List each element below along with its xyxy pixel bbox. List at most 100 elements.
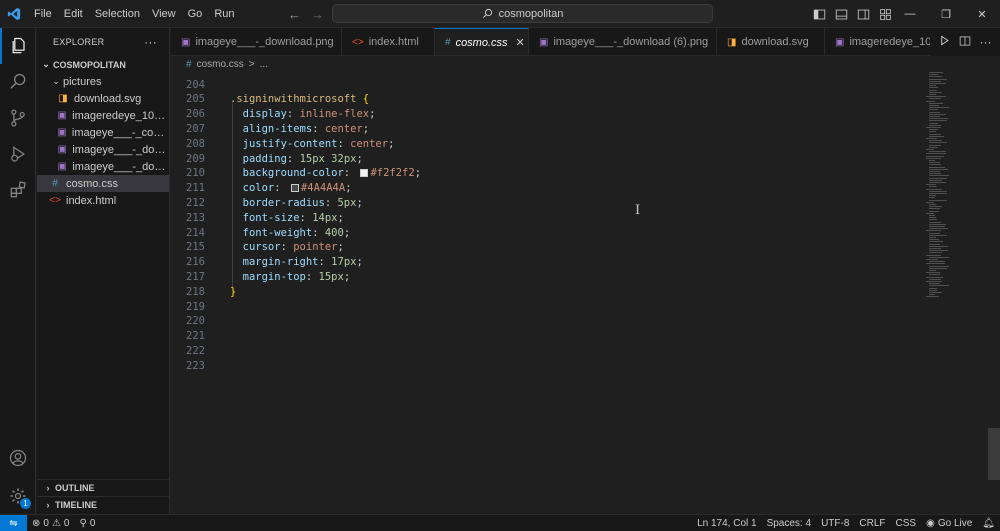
toggle-panel-icon[interactable] <box>834 7 848 21</box>
workspace-folder-row[interactable]: ⌄ COSMOPOLITAN <box>37 56 169 73</box>
minimap-line <box>929 105 939 106</box>
code-line[interactable]: 214 font-weight: 400; <box>171 225 350 240</box>
file-row-imageye-download-1[interactable]: ▣ imageye___-_downl... <box>37 141 169 158</box>
code-line[interactable]: 219 <box>171 299 205 314</box>
color-swatch[interactable] <box>360 169 369 178</box>
tab-cosmo-css[interactable]: # cosmo.css ✕ <box>435 28 529 55</box>
problems-indicator[interactable]: ⊗ 0 ⚠ 0 <box>27 518 74 529</box>
forward-arrow-icon[interactable]: → <box>311 7 324 22</box>
code-token: : <box>286 108 300 121</box>
code-line[interactable]: 205 .signinwithmicrosoft { <box>171 92 369 107</box>
code-line[interactable]: 213 font-size: 14px; <box>171 210 344 225</box>
file-row-imageredeye[interactable]: ▣ imageredeye_10449... <box>37 107 169 124</box>
tab-imageye-download-png[interactable]: ▣ imageye___-_download.png <box>171 28 342 55</box>
cursor-position[interactable]: Ln 174, Col 1 <box>692 518 762 529</box>
folder-pictures-row[interactable]: ⌄ pictures <box>37 73 169 90</box>
file-row-cosmo-css[interactable]: # cosmo.css <box>37 175 169 192</box>
code-line[interactable]: 220 <box>171 314 205 329</box>
back-arrow-icon[interactable]: ← <box>288 7 301 22</box>
run-debug-icon[interactable] <box>0 136 36 172</box>
split-editor-icon[interactable] <box>959 35 971 50</box>
file-row-download-svg[interactable]: ◨ download.svg <box>37 90 169 107</box>
tab-imageredeye[interactable]: ▣ imageredeye_1044 <box>825 28 944 55</box>
file-row-index-html[interactable]: <> index.html <box>37 192 169 209</box>
minimap-line <box>929 245 948 247</box>
code-line[interactable]: 215 cursor: pointer; <box>171 240 344 255</box>
code-line[interactable]: 217 margin-top: 15px; <box>171 269 350 284</box>
command-center-search[interactable]: cosmopolitan <box>332 4 713 23</box>
menu-run[interactable]: Run <box>208 0 240 28</box>
line-code: } <box>230 286 236 298</box>
go-live-button[interactable]: ◉ Go Live <box>921 518 977 529</box>
minimap-line <box>929 80 941 82</box>
source-control-icon[interactable] <box>0 100 36 136</box>
menu-go[interactable]: Go <box>182 0 209 28</box>
manage-settings-icon[interactable]: 1 <box>0 478 36 514</box>
css-file-icon: # <box>186 58 192 70</box>
code-line[interactable]: 212 border-radius: 5px; <box>171 195 363 210</box>
file-name: imageye___-_downl... <box>72 160 169 173</box>
menu-file[interactable]: File <box>28 0 58 28</box>
color-swatch[interactable] <box>290 184 299 193</box>
explorer-icon[interactable] <box>0 28 36 64</box>
timeline-section[interactable]: › TIMELINE <box>37 496 170 513</box>
css-file-icon: # <box>52 178 58 189</box>
extensions-icon[interactable] <box>0 172 36 208</box>
code-token: color <box>230 182 275 195</box>
code-line[interactable]: 210 background-color: #f2f2f2; <box>171 166 421 181</box>
restore-icon[interactable]: ❐ <box>928 0 964 28</box>
breadcrumb-symbol[interactable]: ... <box>260 59 268 70</box>
outline-section[interactable]: › OUTLINE <box>37 479 170 496</box>
toggle-secondary-sidebar-icon[interactable] <box>856 7 870 21</box>
tab-index-html[interactable]: <> index.html <box>342 28 435 55</box>
menu-edit[interactable]: Edit <box>58 0 89 28</box>
code-editor[interactable]: 204 205 .signinwithmicrosoft {206 display:… <box>171 72 1000 514</box>
code-line[interactable]: 223 <box>171 358 205 373</box>
breadcrumb-file[interactable]: cosmo.css <box>197 59 244 70</box>
accounts-icon[interactable] <box>0 440 36 476</box>
end-of-line[interactable]: CRLF <box>854 518 890 529</box>
run-file-icon[interactable] <box>939 35 950 49</box>
menu-selection[interactable]: Selection <box>89 0 146 28</box>
encoding[interactable]: UTF-8 <box>816 518 854 529</box>
menu-view[interactable]: View <box>146 0 182 28</box>
language-mode[interactable]: CSS <box>891 518 922 529</box>
minimap-line <box>929 102 943 104</box>
code-line[interactable]: 211 color: #4A4A4A; <box>171 181 351 196</box>
remote-indicator-icon[interactable]: ⇋ <box>0 514 27 531</box>
code-line[interactable]: 216 margin-right: 17px; <box>171 255 363 270</box>
vertical-scrollbar[interactable] <box>988 72 1000 514</box>
ports-indicator[interactable]: ⚲ 0 <box>74 518 100 529</box>
code-line[interactable]: 207 align-items: center; <box>171 121 369 136</box>
code-token: : <box>274 182 287 195</box>
code-token: 15px 32px <box>299 152 357 165</box>
search-view-icon[interactable] <box>0 64 36 100</box>
minimap-line <box>929 287 938 289</box>
tab-label: imageye___-_download (6).png <box>553 36 709 48</box>
file-row-imageye-download-2[interactable]: ▣ imageye___-_downl... <box>37 158 169 175</box>
tab-download-svg[interactable]: ◨ download.svg <box>717 28 825 55</box>
indentation[interactable]: Spaces: 4 <box>762 518 816 529</box>
code-line[interactable]: 222 <box>171 343 205 358</box>
code-line[interactable]: 204 <box>171 77 205 92</box>
code-line[interactable]: 208 justify-content: center; <box>171 136 394 151</box>
editor-actions: ··· <box>930 28 1000 56</box>
customize-layout-icon[interactable] <box>878 7 892 21</box>
scrollbar-thumb[interactable] <box>988 428 1000 480</box>
close-tab-icon[interactable]: ✕ <box>516 36 525 49</box>
close-window-icon[interactable]: ✕ <box>964 0 1000 28</box>
file-row-imageye-cos-ap[interactable]: ▣ imageye___-_cos-ap... <box>37 124 169 141</box>
explorer-more-actions-icon[interactable]: ··· <box>144 35 157 49</box>
code-line[interactable]: 209 padding: 15px 32px; <box>171 151 363 166</box>
minimap[interactable] <box>926 72 986 302</box>
more-actions-icon[interactable]: ··· <box>980 35 992 49</box>
code-line[interactable]: 206 display: inline-flex; <box>171 107 375 122</box>
code-line[interactable]: 218} <box>171 284 236 299</box>
toggle-primary-sidebar-icon[interactable] <box>812 7 826 21</box>
minimize-icon[interactable]: — <box>892 0 928 28</box>
minimap-line <box>929 190 948 192</box>
minimap-line <box>926 149 934 150</box>
notifications-bell-icon[interactable]: 🔔︎ <box>977 518 1000 529</box>
tab-imageye-download-6-png[interactable]: ▣ imageye___-_download (6).png <box>529 28 717 55</box>
code-line[interactable]: 221 <box>171 329 205 344</box>
